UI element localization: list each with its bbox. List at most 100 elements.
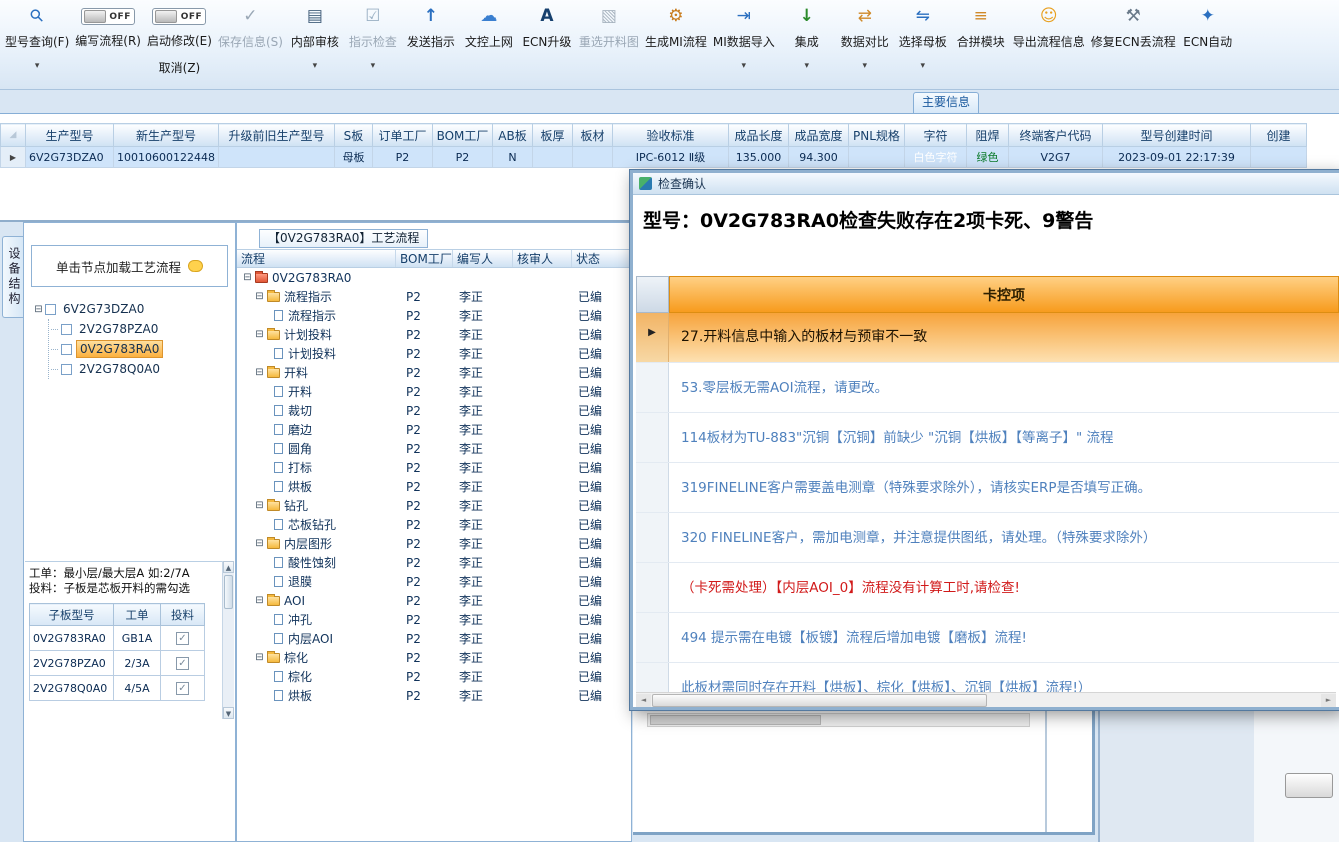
- grid-column-header[interactable]: 新生产型号: [113, 123, 219, 147]
- tree-expander-icon[interactable]: ⊟: [253, 291, 266, 302]
- toolbar-item-ecn-upgrade[interactable]: A ECN升级: [521, 6, 573, 50]
- flow-step-row[interactable]: ⊟ 内层图形 P2 李正 已编: [237, 534, 631, 553]
- tab-main-info[interactable]: 主要信息: [913, 92, 980, 113]
- check-item-row[interactable]: 319FINELINE客户需要盖电测章（特殊要求除外），请核实ERP是否填写正确…: [636, 463, 1339, 513]
- grid-column-header[interactable]: S板: [333, 123, 373, 147]
- check-item-row[interactable]: 53.零层板无需AOI流程，请更改。: [636, 363, 1339, 413]
- tab-device-structure[interactable]: 设备结构: [2, 236, 23, 318]
- flow-step-row[interactable]: 流程指示 P2 李正 已编: [237, 306, 631, 325]
- toolbar-item-model-query[interactable]: ⚲ 型号查询(F) ▾: [5, 5, 69, 71]
- flow-step-row[interactable]: 棕化 P2 李正 已编: [237, 667, 631, 686]
- toolbar-item-write-flow[interactable]: OFF 编写流程(R): [75, 6, 141, 49]
- toolbar-item-export-flow-info[interactable]: ☺ 导出流程信息: [1013, 6, 1085, 50]
- flow-step-row[interactable]: 冲孔 P2 李正 已编: [237, 610, 631, 629]
- chevron-down-icon[interactable]: ▾: [35, 62, 40, 71]
- grid-column-header[interactable]: 成品宽度: [787, 123, 849, 147]
- grid-column-header[interactable]: PNL规格: [847, 123, 905, 147]
- chevron-down-icon[interactable]: ▾: [371, 62, 376, 71]
- grid-column-header[interactable]: 生产型号: [25, 123, 114, 147]
- flow-step-row[interactable]: 裁切 P2 李正 已编: [237, 401, 631, 420]
- device-tree-node[interactable]: 2V2G78PZA0: [51, 319, 231, 339]
- flow-step-row[interactable]: 计划投料 P2 李正 已编: [237, 344, 631, 363]
- flow-step-row[interactable]: 烘板 P2 李正 已编: [237, 686, 631, 705]
- chevron-down-icon[interactable]: ▾: [742, 62, 747, 71]
- flow-step-row[interactable]: 圆角 P2 李正 已编: [237, 439, 631, 458]
- scroll-up-icon[interactable]: ▲: [223, 561, 234, 573]
- toolbar-item-save-info[interactable]: ✓ 保存信息(S): [218, 6, 283, 50]
- check-item-row[interactable]: ▶ 27.开料信息中输入的板材与预审不一致: [636, 313, 1339, 363]
- grid-column-header[interactable]: 成品长度: [727, 123, 789, 147]
- chevron-down-icon[interactable]: ▾: [313, 62, 318, 71]
- sub-row[interactable]: 2V2G78Q0A0 4/5A ✓: [29, 675, 205, 701]
- feed-checkbox[interactable]: ✓: [176, 632, 189, 645]
- select-all-cell[interactable]: [636, 276, 669, 313]
- chevron-down-icon[interactable]: ▾: [862, 62, 867, 71]
- sub-row[interactable]: 2V2G78PZA0 2/3A ✓: [29, 650, 205, 676]
- scroll-thumb[interactable]: [652, 694, 987, 707]
- check-item-row[interactable]: 114板材为TU-883"沉铜【沉铜】前缺少 "沉铜【烘板】【等离子】" 流程: [636, 413, 1339, 463]
- flow-step-row[interactable]: ⊟ 计划投料 P2 李正 已编: [237, 325, 631, 344]
- sub-column-header[interactable]: 子板型号: [29, 603, 114, 626]
- toolbar-item-data-compare[interactable]: ⇄ 数据对比 ▾: [839, 6, 891, 71]
- flow-column-header[interactable]: 流程: [237, 250, 396, 267]
- grid-column-header[interactable]: 板材: [571, 123, 613, 147]
- toolbar-item-merge-module[interactable]: ≡ 合拼模块: [955, 6, 1007, 50]
- chevron-down-icon[interactable]: ▾: [804, 62, 809, 71]
- toolbar-item-sublabel[interactable]: 取消(Z): [159, 59, 201, 76]
- flow-step-row[interactable]: 开料 P2 李正 已编: [237, 382, 631, 401]
- tree-expander-icon[interactable]: ⊟: [253, 329, 266, 340]
- toolbar-item-doc-control-upload[interactable]: ☁ 文控上网: [463, 6, 515, 50]
- grid-column-header[interactable]: 型号创建时间: [1101, 123, 1251, 147]
- left-panel-scrollbar[interactable]: ▲ ▼: [222, 561, 234, 719]
- dialog-titlebar[interactable]: 检查确认: [633, 173, 1339, 195]
- check-item-row[interactable]: 494 提示需在电镀【板镀】流程后增加电镀【磨板】流程!: [636, 613, 1339, 663]
- flow-step-row[interactable]: ⊟ 棕化 P2 李正 已编: [237, 648, 631, 667]
- flow-step-row[interactable]: ⊟ 钻孔 P2 李正 已编: [237, 496, 631, 515]
- device-tree-node[interactable]: 2V2G78Q0A0: [51, 359, 231, 379]
- toolbar-item-instruction-check[interactable]: ☑ 指示检查 ▾: [347, 6, 399, 71]
- tab-flow[interactable]: 【0V2G783RA0】工艺流程: [259, 229, 429, 248]
- select-all-cell[interactable]: ◢: [0, 123, 26, 147]
- scroll-right-icon[interactable]: ►: [1321, 694, 1336, 707]
- check-item-row[interactable]: （卡死需处理）【内层AOI_0】流程没有计算工时,请检查!: [636, 563, 1339, 613]
- tree-expander-icon[interactable]: ⊟: [241, 272, 254, 283]
- toolbar-item-mi-data-import[interactable]: ⇥ MI数据导入 ▾: [713, 6, 775, 71]
- flow-column-header[interactable]: BOM工厂: [396, 250, 453, 267]
- sub-column-header[interactable]: 工单: [113, 603, 161, 626]
- grid-column-header[interactable]: 订单工厂: [371, 123, 433, 147]
- check-item-row[interactable]: 此板材需同时存在开料【烘板】、棕化【烘板】、沉铜【烘板】流程!）: [636, 663, 1339, 692]
- grid-column-header[interactable]: 升级前旧生产型号: [217, 123, 335, 147]
- grid-column-header[interactable]: 验收标准: [611, 123, 729, 147]
- tree-expander-icon[interactable]: ⊟: [253, 595, 266, 606]
- scroll-left-icon[interactable]: ◄: [636, 694, 651, 707]
- grid-column-header[interactable]: 字符: [903, 123, 967, 147]
- flow-column-header[interactable]: 状态: [572, 250, 631, 267]
- check-item-row[interactable]: 320 FINELINE客户，需加电测章，并注意提供图纸，请处理。（特殊要求除外…: [636, 513, 1339, 563]
- toolbar-item-start-modify[interactable]: OFF 启动修改(E) 取消(Z): [147, 6, 212, 76]
- flow-step-row[interactable]: 烘板 P2 李正 已编: [237, 477, 631, 496]
- scroll-down-icon[interactable]: ▼: [223, 707, 234, 719]
- sub-column-header[interactable]: 投料: [160, 603, 205, 626]
- toolbar-item-integrate[interactable]: ↓ 集成 ▾: [781, 6, 833, 71]
- tree-expander-icon[interactable]: ⊟: [253, 538, 266, 549]
- feed-checkbox[interactable]: ✓: [176, 657, 189, 670]
- grid-row[interactable]: ▶ 6V2G73DZA0 10010600122448 母板 P2 P2 N IPC-6012…: [0, 146, 1307, 168]
- toolbar-item-send-instruction[interactable]: ↑ 发送指示: [405, 6, 457, 50]
- grid-column-header[interactable]: 终端客户代码: [1007, 123, 1103, 147]
- grid-column-header[interactable]: 创建: [1249, 123, 1307, 147]
- scroll-thumb[interactable]: [650, 715, 822, 725]
- device-tree-node[interactable]: 0V2G783RA0: [51, 339, 231, 359]
- grid-column-header[interactable]: BOM工厂: [431, 123, 493, 147]
- toolbar-item-ecn-auto[interactable]: ✦ ECN自动: [1182, 6, 1234, 50]
- flow-tree-root[interactable]: ⊟ 0V2G783RA0: [237, 268, 631, 287]
- feed-checkbox[interactable]: ✓: [176, 682, 189, 695]
- flow-column-header[interactable]: 编写人: [453, 250, 513, 267]
- background-scrollbar[interactable]: [647, 713, 1030, 727]
- toolbar-item-reselect-cutting-diagram[interactable]: ▧ 重选开料图: [579, 6, 639, 50]
- flow-step-row[interactable]: 打标 P2 李正 已编: [237, 458, 631, 477]
- tree-expander-icon[interactable]: ⊟: [253, 500, 266, 511]
- dialog-hscrollbar[interactable]: ◄ ►: [636, 692, 1336, 707]
- flow-step-row[interactable]: ⊟ AOI P2 李正 已编: [237, 591, 631, 610]
- toolbar-item-generate-mi-flow[interactable]: ⚙ 生成MI流程: [645, 6, 707, 50]
- start-modify-toggle[interactable]: OFF: [152, 8, 207, 25]
